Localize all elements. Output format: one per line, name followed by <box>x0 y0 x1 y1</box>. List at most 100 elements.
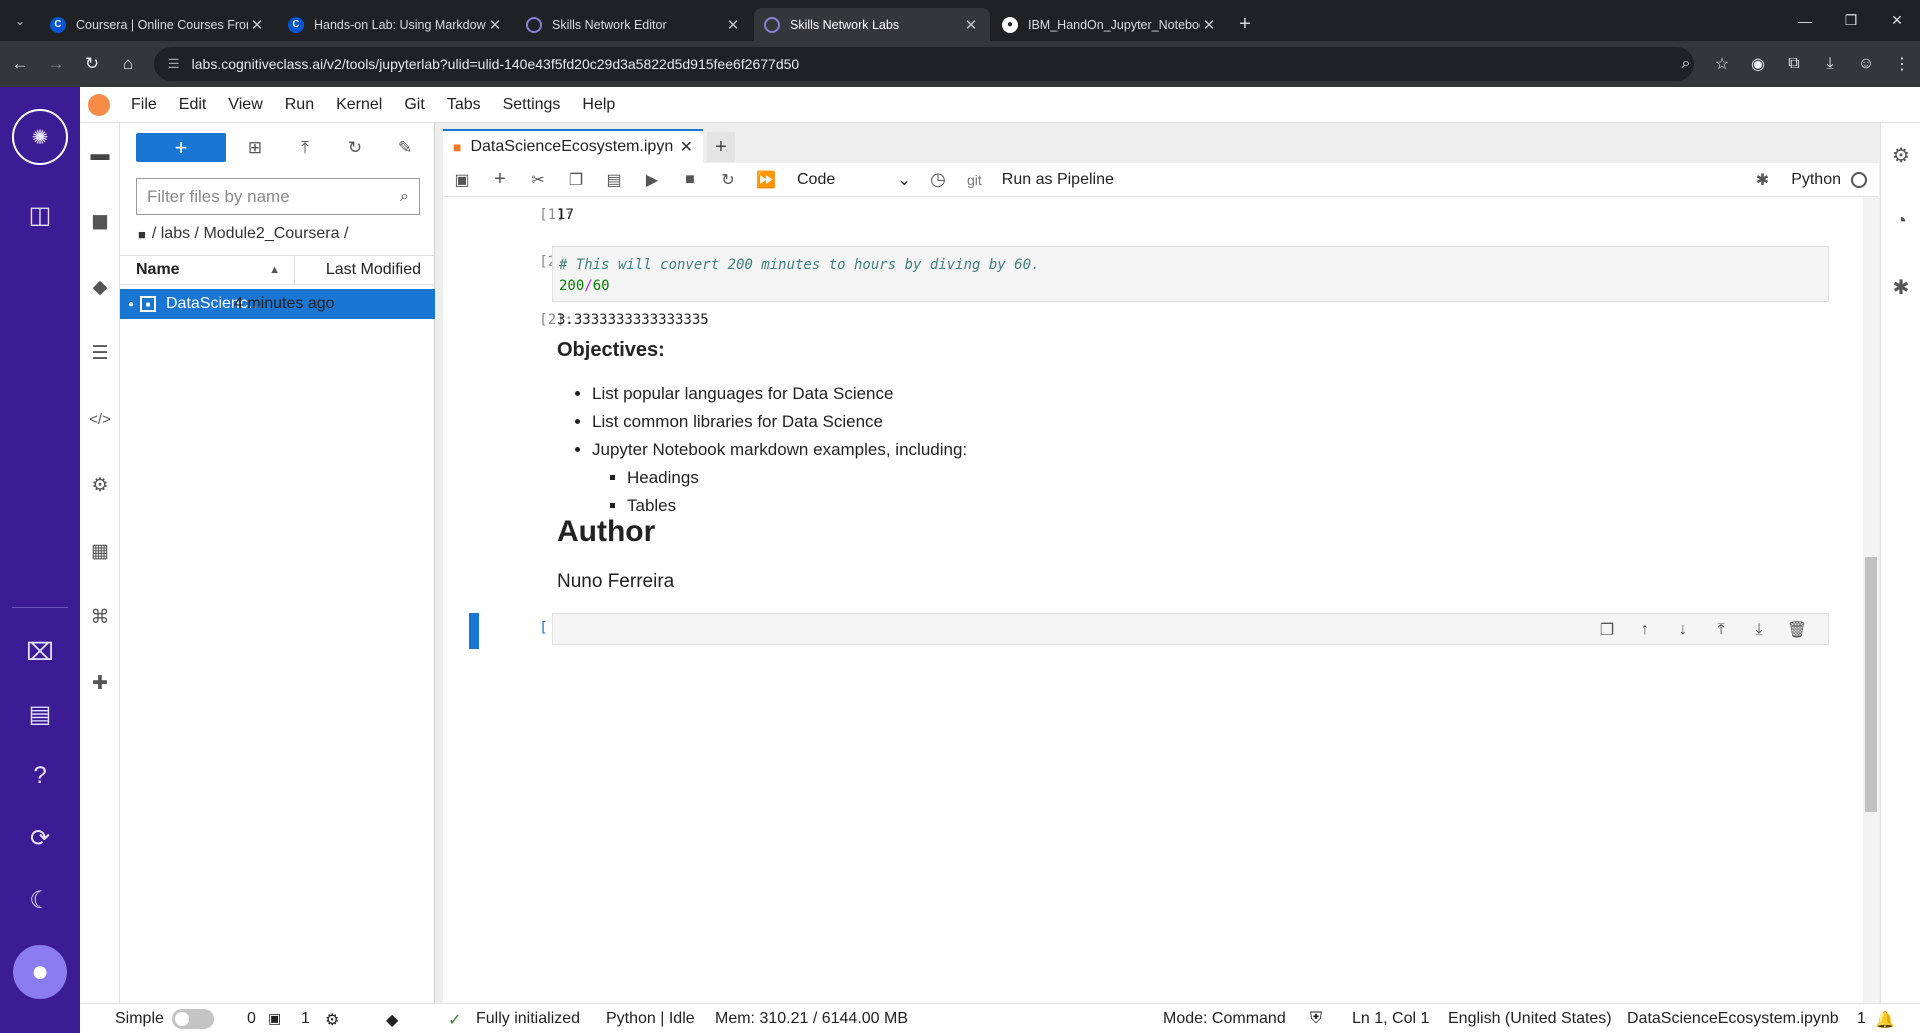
running-kernels-icon[interactable]: ◼ <box>86 207 114 235</box>
instructions-icon[interactable]: ▤ <box>20 694 60 734</box>
restart-icon[interactable]: ↻ <box>709 163 747 197</box>
table-of-contents-icon[interactable]: ☰ <box>86 339 114 367</box>
reload-icon[interactable]: ↻ <box>76 48 108 80</box>
add-tab-button[interactable]: + <box>707 132 735 162</box>
forward-icon[interactable]: → <box>40 48 72 80</box>
upload-icon[interactable]: ⤒ <box>292 135 318 161</box>
close-tab-icon[interactable]: ✕ <box>1200 16 1218 34</box>
filter-files-field[interactable]: ⌕ <box>136 178 420 215</box>
back-icon[interactable]: ← <box>4 48 36 80</box>
cursor-position[interactable]: Ln 1, Col 1 <box>1352 1010 1429 1028</box>
notebook-scrollbar[interactable] <box>1863 197 1879 1003</box>
browser-tab-github[interactable]: ● IBM_HandOn_Jupyter_Noteboo ✕ <box>992 8 1228 41</box>
browser-menu-icon[interactable]: ⋮ <box>1884 54 1920 74</box>
zoom-icon[interactable]: ⌕ <box>1668 55 1704 73</box>
user-avatar-icon[interactable]: ● <box>13 945 67 999</box>
resource-gauge-icon[interactable]: ◔ <box>1887 207 1915 235</box>
profile-avatar-icon[interactable]: ☺ <box>1848 55 1884 73</box>
tab-search-icon[interactable]: ⌄ <box>0 0 40 41</box>
simple-mode-toggle[interactable] <box>172 1009 214 1029</box>
stop-icon[interactable]: ■ <box>671 163 709 197</box>
sync-icon[interactable]: ⟳ <box>20 818 60 858</box>
bookmark-star-icon[interactable]: ☆ <box>1704 54 1740 74</box>
delete-cell-icon[interactable]: 🗑 <box>1778 614 1816 646</box>
skills-network-logo-icon[interactable]: ✺ <box>12 109 68 165</box>
home-folder-icon[interactable]: ■ <box>138 227 146 242</box>
minimize-icon[interactable]: — <box>1782 0 1828 41</box>
close-tab-icon[interactable]: ✕ <box>486 16 504 34</box>
refresh-icon[interactable]: ↻ <box>342 135 368 161</box>
history-clock-icon[interactable]: ◷ <box>919 163 957 197</box>
menu-file[interactable]: File <box>120 96 168 114</box>
paste-icon[interactable]: ▤ <box>595 163 633 197</box>
restore-icon[interactable]: ❐ <box>1828 0 1874 41</box>
puzzle-extensions-icon[interactable]: ⧉ <box>1776 55 1812 73</box>
insert-below-icon[interactable]: ⤓ <box>1740 614 1778 646</box>
close-tab-icon[interactable]: ✕ <box>248 16 266 34</box>
chat-assistant-icon[interactable]: ◫ <box>20 195 60 235</box>
git-status-icon[interactable]: ◆ <box>386 1010 398 1030</box>
trusted-shield-icon[interactable]: ⛨ <box>1310 1010 1322 1028</box>
component-palette-icon[interactable]: ⌘ <box>86 603 114 631</box>
notification-count[interactable]: 1 <box>1857 1010 1866 1028</box>
copy-icon[interactable]: ❐ <box>557 163 595 197</box>
home-icon[interactable]: ⌂ <box>112 48 144 80</box>
duplicate-cell-icon[interactable]: ❐ <box>1588 614 1626 646</box>
address-bar[interactable]: ☰ labs.cognitiveclass.ai/v2/tools/jupyte… <box>154 47 1694 81</box>
debugger-bug-icon[interactable]: ✱ <box>1887 273 1915 301</box>
menu-run[interactable]: Run <box>274 96 325 114</box>
cut-icon[interactable]: ✂ <box>519 163 557 197</box>
fast-forward-icon[interactable]: ⏩ <box>747 163 785 197</box>
move-up-icon[interactable]: ↑ <box>1626 614 1664 646</box>
column-modified-header[interactable]: Last Modified <box>295 256 435 284</box>
menu-git[interactable]: Git <box>393 96 435 114</box>
close-window-icon[interactable]: ✕ <box>1874 0 1920 41</box>
menu-tabs[interactable]: Tabs <box>436 96 492 114</box>
debugger-bug-icon[interactable]: ✱ <box>1756 170 1769 190</box>
browser-tab-skills-labs[interactable]: Skills Network Labs ✕ <box>754 8 990 41</box>
scrollbar-thumb[interactable] <box>1865 557 1877 812</box>
property-inspector-icon[interactable]: ⚙ <box>86 471 114 499</box>
menu-edit[interactable]: Edit <box>168 96 218 114</box>
browser-tab-coursera[interactable]: C Coursera | Online Courses From ✕ <box>40 8 276 41</box>
browser-tab-skills-editor[interactable]: Skills Network Editor ✕ <box>516 8 752 41</box>
insert-cell-icon[interactable]: + <box>481 163 519 197</box>
menu-settings[interactable]: Settings <box>492 96 572 114</box>
dark-mode-moon-icon[interactable]: ☾ <box>20 880 60 920</box>
run-icon[interactable]: ▶ <box>633 163 671 197</box>
kernel-status[interactable]: Python | Idle <box>606 1010 695 1028</box>
new-launcher-button[interactable]: + <box>136 133 226 162</box>
new-tab-button[interactable]: + <box>1230 8 1260 41</box>
notebook-tab[interactable]: ■ DataScienceEcosystem.ipyn ✕ <box>443 129 703 163</box>
folder-icon[interactable]: ▬ <box>86 141 114 169</box>
close-tab-icon[interactable]: ✕ <box>962 16 980 34</box>
download-icon[interactable]: ⤓ <box>1812 55 1848 73</box>
menu-view[interactable]: View <box>217 96 273 114</box>
empty-code-cell[interactable]: ❐ ↑ ↓ ⤒ ⤓ 🗑 <box>552 613 1829 645</box>
new-folder-icon[interactable]: ⊞ <box>242 135 268 161</box>
breadcrumb-path[interactable]: / labs / Module2_Coursera / <box>152 225 349 243</box>
git-diff-button[interactable]: git <box>967 172 982 188</box>
move-down-icon[interactable]: ↓ <box>1664 614 1702 646</box>
menu-kernel[interactable]: Kernel <box>325 96 393 114</box>
site-info-icon[interactable]: ☰ <box>168 56 180 72</box>
git-clone-icon[interactable]: ✎ <box>392 135 418 161</box>
column-name-header[interactable]: Name ▲ <box>120 256 295 284</box>
insert-above-icon[interactable]: ⤒ <box>1702 614 1740 646</box>
notification-bell-icon[interactable]: 🔔 <box>1875 1010 1895 1030</box>
kernel-count[interactable]: 1 <box>301 1010 310 1028</box>
help-icon[interactable]: ? <box>20 756 60 796</box>
property-gears-icon[interactable]: ⚙ <box>1887 141 1915 169</box>
data-catalog-icon[interactable]: ▦ <box>86 537 114 565</box>
inbox-icon[interactable]: ⌧ <box>20 632 60 672</box>
spellcheck-language[interactable]: English (United States) <box>1448 1010 1612 1028</box>
close-tab-icon[interactable]: ✕ <box>680 137 693 157</box>
terminal-count[interactable]: 0 <box>247 1010 256 1028</box>
code-cell-editor[interactable]: # This will convert 200 minutes to hours… <box>552 246 1829 302</box>
extension-manager-icon[interactable]: ✚ <box>86 669 114 697</box>
close-tab-icon[interactable]: ✕ <box>724 16 742 34</box>
run-as-pipeline-button[interactable]: Run as Pipeline <box>1002 171 1114 189</box>
save-icon[interactable]: ▣ <box>443 163 481 197</box>
kernel-name[interactable]: Python <box>1791 171 1841 189</box>
menu-help[interactable]: Help <box>571 96 626 114</box>
